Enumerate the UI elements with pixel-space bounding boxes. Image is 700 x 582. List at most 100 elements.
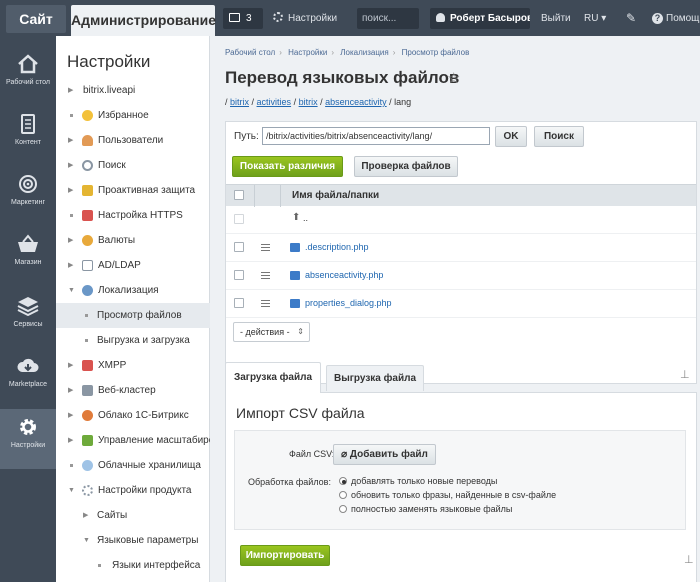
menu-item-label: Управление масштабированием [98,435,210,446]
language-select[interactable]: RU ▾ [584,8,606,29]
processing-label: Обработка файлов: [248,477,331,487]
path-link[interactable]: bitrix [230,97,249,107]
user-menu[interactable]: Роберт Басыров [430,8,530,29]
file-link[interactable]: absenceactivity.php [305,270,383,280]
logout-link[interactable]: Выйти [541,8,571,29]
cloud-download-icon [17,358,39,372]
radio-update-found[interactable]: обновить только фразы, найденные в csv-ф… [339,490,639,500]
radio-label: добавлять только новые переводы [351,476,498,486]
menu-item-search[interactable]: ▶ Поиск [56,153,210,178]
ok-button[interactable]: OK [495,126,527,147]
add-file-button[interactable]: ⌀ Добавить файл [333,444,436,465]
radio-button[interactable] [339,504,347,513]
radio-add-new[interactable]: добавлять только новые переводы [339,476,639,486]
settings-link[interactable]: Настройки [273,8,337,29]
leftbar-label: Рабочий стол [6,79,50,86]
path-link[interactable]: absenceactivity [325,97,387,107]
table-row[interactable]: absenceactivity.php [226,262,696,290]
table-row[interactable]: properties_dialog.php [226,290,696,318]
home-icon [18,54,38,74]
user-icon [436,12,445,22]
row-menu-icon[interactable] [261,300,270,307]
notifications-button[interactable]: 3 [223,8,263,29]
menu-item-favorites[interactable]: Избранное [56,103,210,128]
import-button[interactable]: Импортировать [240,545,330,566]
radio-button[interactable] [339,476,347,485]
menu-item-label: Валюты [98,235,136,246]
select-all-checkbox[interactable] [234,190,244,200]
gear-icon [273,12,283,23]
menu-item-scaling[interactable]: ▶Управление масштабированием [56,428,210,453]
row-checkbox[interactable] [234,242,244,252]
favorite-star-icon[interactable]: ☆ [447,69,460,87]
menu-item-currencies[interactable]: ▶ Валюты [56,228,210,253]
row-checkbox [234,214,244,224]
menu-item-cloud[interactable]: ▶ Облако 1С-Битрикс [56,403,210,428]
pin-icon[interactable]: ⊥ [680,368,690,381]
leftbar-desktop[interactable]: Рабочий стол [0,46,56,104]
menu-item-localization[interactable]: ▼ Локализация [56,278,210,303]
menu-item-xmpp[interactable]: ▶ XMPP [56,353,210,378]
menu-item-users[interactable]: ▶ Пользователи [56,128,210,153]
menu-item-product-settings[interactable]: ▼ Настройки продукта [56,478,210,503]
leftbar-content[interactable]: Контент [0,106,56,164]
cluster-icon [82,385,93,396]
menu-item-file-view[interactable]: Просмотр файлов [56,303,210,328]
menu-item-liveapi[interactable]: ▶ bitrix.liveapi [56,78,210,103]
file-link[interactable]: properties_dialog.php [305,298,392,308]
breadcrumb-item[interactable]: Локализация [340,48,388,57]
radio-button[interactable] [339,490,347,499]
globe-icon [82,285,93,296]
table-row[interactable]: ⬆ .. [226,206,696,234]
file-link[interactable]: .description.php [305,242,369,252]
menu-item-ldap[interactable]: ▶ AD/LDAP [56,253,210,278]
menu-item-https[interactable]: Настройка HTTPS [56,203,210,228]
leftbar-shop[interactable]: Магазин [0,226,56,284]
search-input[interactable]: поиск... [357,8,419,29]
menu-item-interface-languages[interactable]: Языки интерфейса [56,553,210,578]
pin-icon[interactable]: ✎ [626,8,636,29]
layers-icon [17,297,39,316]
menu-item-security[interactable]: ▶ Проактивная защита [56,178,210,203]
help-link[interactable]: ?Помощь [652,8,700,29]
check-files-button[interactable]: Проверка файлов [354,156,458,177]
leftbar-marketplace[interactable]: Marketplace [0,348,56,406]
paperclip-icon: ⌀ [341,449,350,460]
row-menu-icon[interactable] [261,272,270,279]
admin-button[interactable]: Администрирование [71,5,216,36]
leftbar-services[interactable]: Сервисы [0,288,56,346]
row-checkbox[interactable] [234,270,244,280]
tab-download[interactable]: Выгрузка файла [326,365,424,391]
menu-item-cloud-storage[interactable]: Облачные хранилища [56,453,210,478]
path-link[interactable]: bitrix [299,97,318,107]
breadcrumb-item[interactable]: Рабочий стол [225,48,275,57]
tab-upload[interactable]: Загрузка файла [225,362,321,393]
path-link[interactable]: activities [257,97,292,107]
table-row[interactable]: .description.php [226,234,696,262]
menu-item-language-params[interactable]: ▼ Языковые параметры [56,528,210,553]
path-input[interactable]: /bitrix/activities/bitrix/absenceactivit… [262,127,490,145]
site-button[interactable]: Сайт [6,5,66,33]
search-button[interactable]: Поиск [534,126,584,147]
pin-icon[interactable]: ⊥ [684,553,694,566]
gear-icon [82,485,93,496]
path-current: lang [394,97,412,107]
menu-item-webcluster[interactable]: ▶ Веб-кластер [56,378,210,403]
row-checkbox[interactable] [234,298,244,308]
add-file-label: Добавить файл [349,449,428,460]
leftbar-marketing[interactable]: Маркетинг [0,166,56,224]
breadcrumb-item[interactable]: Просмотр файлов [402,48,470,57]
show-diff-button[interactable]: Показать различия [232,156,343,177]
actions-select[interactable]: - действия - ⇕ [233,322,310,342]
breadcrumb-item[interactable]: Настройки [288,48,327,57]
column-header-name[interactable]: Имя файла/папки [292,190,379,201]
top-bar: Сайт Администрирование 3 Настройки поиск… [0,0,700,36]
leftbar-settings[interactable]: Настройки [0,409,56,469]
menu-item-sites[interactable]: ▶ Сайты [56,503,210,528]
radio-replace-all[interactable]: полностью заменять языковые файлы [339,504,639,514]
search-icon [82,160,93,171]
row-menu-icon[interactable] [261,244,270,251]
php-file-icon [290,243,300,252]
parent-folder-link[interactable]: .. [303,213,308,223]
menu-item-export-import[interactable]: Выгрузка и загрузка [56,328,210,353]
